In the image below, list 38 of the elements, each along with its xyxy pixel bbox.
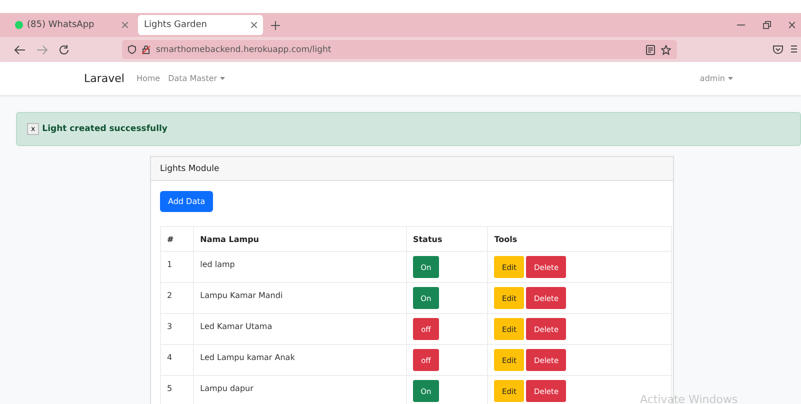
browser-tab[interactable]: (85) WhatsApp — [9, 15, 134, 35]
add-data-button[interactable]: Add Data — [160, 191, 214, 212]
table-cell: 2 — [160, 282, 194, 314]
table-cell: 5 — [160, 376, 194, 404]
nav-link[interactable]: Home — [136, 74, 160, 83]
table-cell: 1 — [160, 252, 194, 283]
column-header: # — [160, 226, 194, 252]
table-cell: 3 — [160, 314, 194, 345]
alert-message: Light created successfully — [42, 124, 168, 134]
brand-link[interactable]: Laravel — [84, 72, 124, 85]
pocket-icon[interactable] — [773, 45, 783, 54]
card-title: Lights Module — [160, 164, 220, 174]
restore-icon[interactable] — [763, 21, 771, 29]
column-header: Nama Lampu — [194, 226, 406, 252]
column-header: Tools — [488, 226, 672, 252]
close-icon[interactable] — [122, 22, 128, 28]
close-icon[interactable] — [789, 21, 795, 29]
column-header: Status — [406, 226, 488, 252]
table-cell: 4 — [160, 344, 194, 376]
reader-icon[interactable] — [646, 44, 655, 54]
table-cell: Led Lampu kamar Anak — [194, 344, 406, 376]
reload-icon[interactable] — [58, 44, 70, 56]
back-icon[interactable] — [14, 44, 26, 56]
address-bar[interactable]: smarthomebackend.herokuapp.com/light — [122, 40, 677, 59]
lock-icon — [142, 45, 150, 54]
shield-icon — [128, 45, 136, 54]
star-icon[interactable] — [661, 44, 671, 54]
user-menu[interactable]: admin — [700, 74, 725, 83]
nav-link[interactable]: Data Master — [168, 74, 218, 83]
close-icon[interactable] — [251, 22, 257, 28]
table-cell: led lamp — [194, 252, 406, 283]
table-cell: Lampu Kamar Mandi — [194, 282, 406, 314]
url-text: smarthomebackend.herokuapp.com/light — [156, 44, 332, 54]
menu-icon[interactable] — [791, 45, 797, 53]
new-tab-icon[interactable] — [271, 20, 280, 30]
chat-icon — [15, 21, 23, 29]
table-cell: Led Kamar Utama — [194, 314, 406, 345]
browser-tab[interactable]: Lights Garden — [138, 15, 263, 35]
